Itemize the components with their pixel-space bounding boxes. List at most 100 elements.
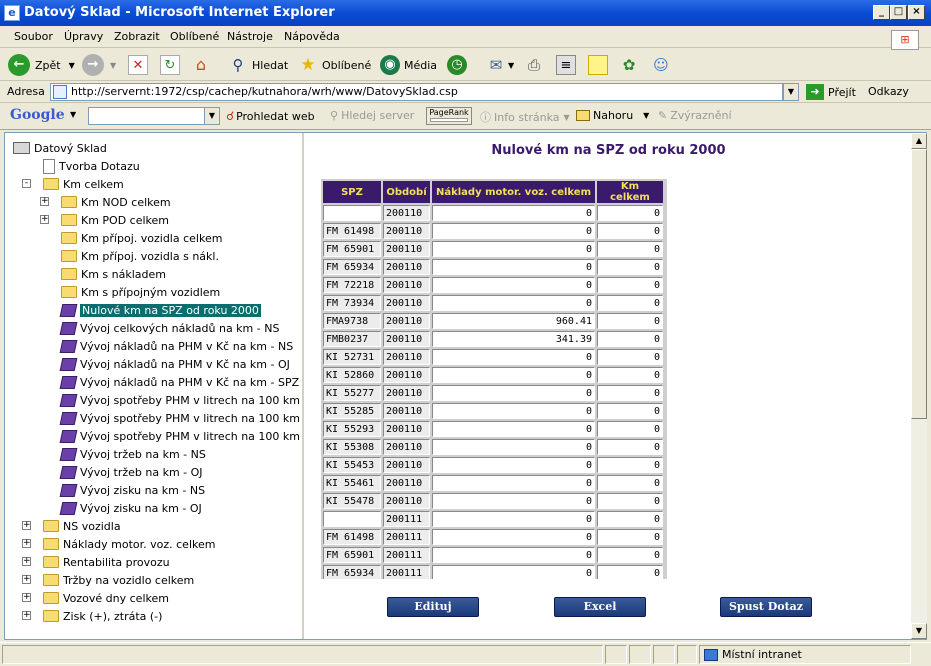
notes-button[interactable] xyxy=(588,53,608,77)
tree-item[interactable]: Zisk (+), ztráta (-) xyxy=(43,607,162,625)
expand-toggle[interactable]: + xyxy=(40,215,49,224)
messenger-button[interactable]: ☺ xyxy=(651,53,671,77)
tree-item[interactable]: Vývoj celkových nákladů na km - NS xyxy=(59,319,279,337)
tree-item[interactable]: Km s přípojným vozidlem xyxy=(61,283,220,301)
back-button[interactable]: ← Zpět ▼ xyxy=(8,53,75,77)
tree-item[interactable]: Vývoj nákladů na PHM v Kč na km - OJ xyxy=(59,355,290,373)
expand-toggle[interactable]: + xyxy=(22,611,31,620)
tree-item[interactable]: Km přípoj. vozidla s nákl. xyxy=(61,247,219,265)
menu-file[interactable]: Soubor xyxy=(14,30,53,43)
menu-help[interactable]: Nápověda xyxy=(284,30,340,43)
up-button[interactable]: Nahoru ▼ xyxy=(576,109,649,122)
tree-item[interactable]: Vývoj zisku na km - OJ xyxy=(59,499,202,517)
table-cell: 0 xyxy=(432,403,595,419)
expand-toggle[interactable]: + xyxy=(22,557,31,566)
tree-item[interactable]: Rentabilita provozu xyxy=(43,553,170,571)
tree-item[interactable]: NS vozidla xyxy=(43,517,121,535)
page-info-button[interactable]: ⓘ Info stránka ▼ xyxy=(480,109,570,125)
google-search-dropdown[interactable]: ▼ xyxy=(204,107,220,125)
tree-item[interactable]: Tvorba Dotazu xyxy=(43,157,140,175)
table-cell: 0 xyxy=(597,457,663,473)
tree-item[interactable]: Vývoj tržeb na km - NS xyxy=(59,445,206,463)
table-cell xyxy=(323,511,381,527)
tree-item[interactable]: Náklady motor. voz. celkem xyxy=(43,535,215,553)
edit-page-button[interactable]: ≡ xyxy=(556,53,576,77)
chevron-down-icon[interactable]: ▼ xyxy=(70,110,76,119)
tree-item[interactable]: Vývoj spotřeby PHM v litrech na 100 km -… xyxy=(59,427,302,445)
scroll-down-arrow-icon[interactable]: ▼ xyxy=(911,623,927,639)
computer-icon xyxy=(13,142,30,154)
expand-toggle[interactable]: + xyxy=(40,197,49,206)
expand-toggle[interactable]: + xyxy=(22,593,31,602)
search-site-button[interactable]: ⚲ Hledej server xyxy=(330,109,414,122)
expand-toggle[interactable]: + xyxy=(22,539,31,548)
mail-button[interactable]: ✉ ▼ xyxy=(486,53,514,77)
expand-toggle[interactable]: + xyxy=(22,521,31,530)
tree-item[interactable]: Vozové dny celkem xyxy=(43,589,169,607)
table-cell: FM 61498 xyxy=(323,529,381,545)
title-bar: e Datový Sklad - Microsoft Internet Expl… xyxy=(0,0,931,26)
table-cell: 200110 xyxy=(383,313,430,329)
collapse-toggle[interactable]: - xyxy=(22,179,31,188)
menu-view[interactable]: Zobrazit xyxy=(114,30,160,43)
tree-item[interactable]: Datový Sklad xyxy=(13,139,107,157)
edit-button[interactable]: Edituj xyxy=(387,597,479,617)
table-cell: 0 xyxy=(432,457,595,473)
refresh-button[interactable]: ↻ xyxy=(160,53,180,77)
google-logo[interactable]: Google xyxy=(10,107,65,123)
address-dropdown[interactable]: ▼ xyxy=(783,83,799,101)
menu-edit[interactable]: Úpravy xyxy=(64,30,103,43)
table-cell: 0 xyxy=(597,493,663,509)
icq-button[interactable]: ✿ xyxy=(619,53,639,77)
menu-tools[interactable]: Nástroje xyxy=(227,30,273,43)
tree-item[interactable]: Tržby na vozidlo celkem xyxy=(43,571,194,589)
google-search-input[interactable] xyxy=(88,107,206,125)
print-button[interactable]: ⎙ xyxy=(524,53,544,77)
table-cell: 0 xyxy=(597,331,663,347)
media-button[interactable]: ◉ Média xyxy=(380,53,437,77)
tree-item[interactable]: Km celkem xyxy=(43,175,124,193)
stop-icon: ✕ xyxy=(128,55,148,75)
folder-icon xyxy=(43,592,59,604)
home-button[interactable]: ⌂ xyxy=(191,53,211,77)
tree-item[interactable]: Km POD celkem xyxy=(61,211,169,229)
forward-button[interactable]: → ▼ xyxy=(82,53,116,77)
table-cell: FMA9738 xyxy=(323,313,381,329)
tree-item[interactable]: Vývoj nákladů na PHM v Kč na km - SPZ xyxy=(59,373,299,391)
pagerank-label: PageRank xyxy=(429,108,469,117)
address-input[interactable]: http://servernt:1972/csp/cachep/kutnahor… xyxy=(50,83,783,101)
scroll-up-arrow-icon[interactable]: ▲ xyxy=(911,133,927,149)
tree-item[interactable]: Vývoj spotřeby PHM v litrech na 100 km -… xyxy=(59,391,302,409)
stop-button[interactable]: ✕ xyxy=(128,53,148,77)
links-label[interactable]: Odkazy xyxy=(868,85,909,98)
tree-item-label: Vývoj tržeb na km - NS xyxy=(80,447,206,461)
tree-item[interactable]: Vývoj tržeb na km - OJ xyxy=(59,463,203,481)
tree-item[interactable]: Km přípoj. vozidla celkem xyxy=(61,229,222,247)
search-web-button[interactable]: ☌ Prohledat web xyxy=(226,109,315,123)
search-button[interactable]: ⚲ Hledat xyxy=(228,53,289,77)
table-cell: 0 xyxy=(432,259,595,275)
scroll-thumb[interactable] xyxy=(911,149,927,419)
table-cell: KI 55277 xyxy=(323,385,381,401)
tree-item-label: Km NOD celkem xyxy=(81,195,171,209)
highlight-button[interactable]: ✎ Zvýraznění xyxy=(658,109,732,122)
minimize-button[interactable]: _ xyxy=(873,5,890,20)
close-button[interactable]: × xyxy=(908,5,925,20)
tree-item[interactable]: Km NOD celkem xyxy=(61,193,171,211)
history-icon: ◷ xyxy=(447,55,467,75)
run-query-button[interactable]: Spust Dotaz xyxy=(720,597,812,617)
favorites-button[interactable]: ★ Oblíbené xyxy=(298,53,371,77)
menu-favorites[interactable]: Oblíbené xyxy=(170,30,219,43)
expand-toggle[interactable]: + xyxy=(22,575,31,584)
tree-item[interactable]: Vývoj spotřeby PHM v litrech na 100 km -… xyxy=(59,409,302,427)
tree-item[interactable]: Vývoj nákladů na PHM v Kč na km - NS xyxy=(59,337,293,355)
table-cell: 0 xyxy=(432,385,595,401)
vertical-scrollbar[interactable]: ▲ ▼ xyxy=(911,133,927,639)
tree-item[interactable]: Nulové km na SPZ od roku 2000 xyxy=(59,301,261,319)
history-button[interactable]: ◷ xyxy=(447,53,467,77)
maximize-button[interactable]: □ xyxy=(890,5,907,20)
tree-item[interactable]: Vývoj zisku na km - NS xyxy=(59,481,205,499)
excel-button[interactable]: Excel xyxy=(554,597,646,617)
go-button[interactable]: ➜ Přejít xyxy=(806,83,856,101)
tree-item[interactable]: Km s nákladem xyxy=(61,265,166,283)
